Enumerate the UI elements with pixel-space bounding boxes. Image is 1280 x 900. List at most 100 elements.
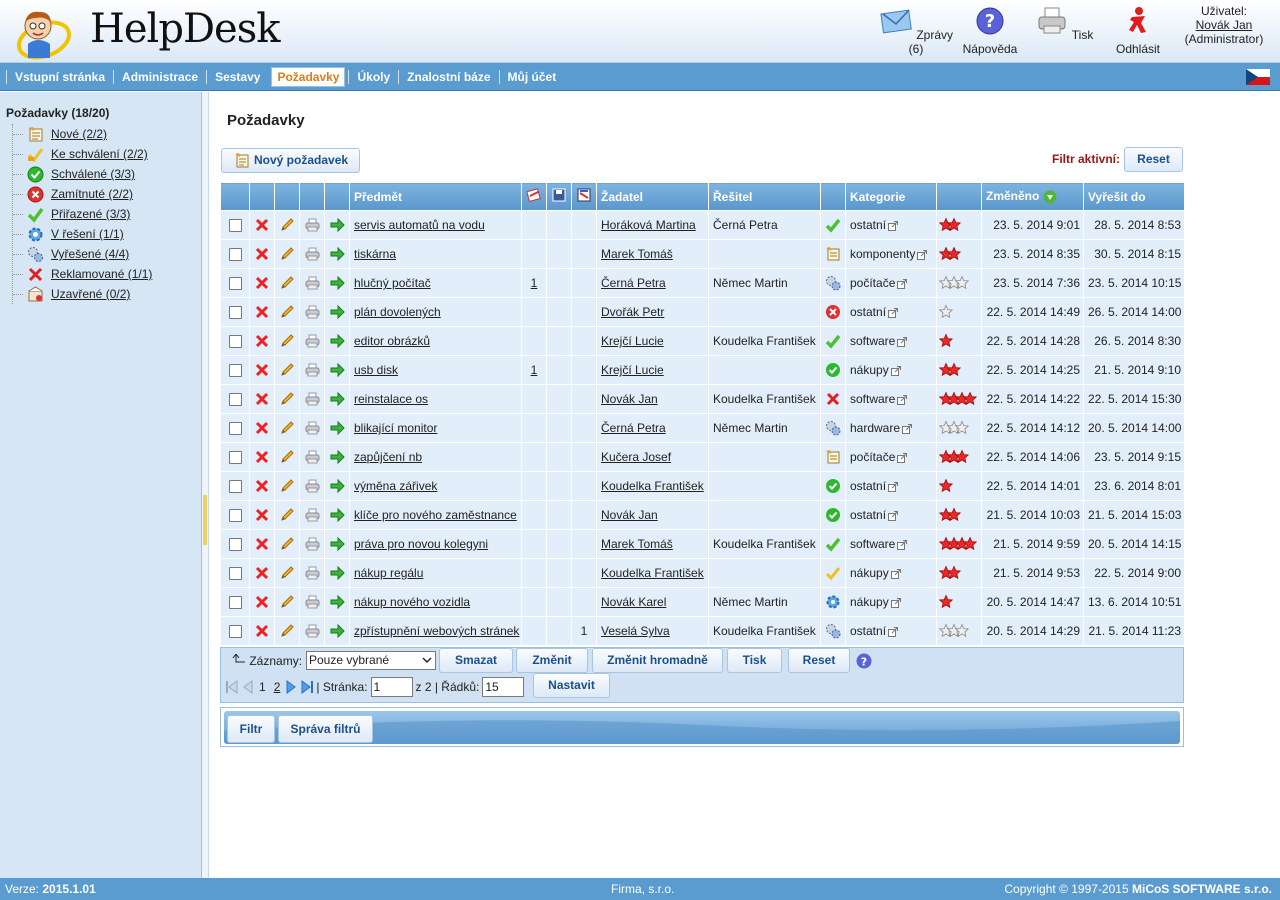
header-attachments[interactable] bbox=[521, 182, 547, 211]
sidebar-item-label[interactable]: Nové (2/2) bbox=[51, 127, 107, 141]
delete-cell[interactable] bbox=[249, 587, 275, 617]
external-link-icon[interactable] bbox=[917, 249, 928, 260]
pager-page-2[interactable]: 2 bbox=[274, 680, 281, 694]
sidebar-item-assigned[interactable]: Přiřazené (3/3) bbox=[13, 204, 152, 224]
help-icon[interactable]: ? bbox=[856, 653, 872, 669]
requester-link[interactable]: Marek Tomáš bbox=[601, 247, 673, 261]
delete-cell[interactable] bbox=[249, 355, 275, 385]
sidebar-item-claimed[interactable]: Reklamované (1/1) bbox=[13, 264, 152, 284]
print-cell[interactable] bbox=[299, 297, 325, 327]
filter-reset-button[interactable]: Reset bbox=[1124, 147, 1183, 172]
print-button[interactable]: Tisk bbox=[1024, 6, 1104, 42]
sidebar-item-label[interactable]: Reklamované (1/1) bbox=[51, 267, 152, 281]
nav-item-requests[interactable]: Požadavky bbox=[271, 67, 346, 87]
delete-cell[interactable] bbox=[249, 442, 275, 472]
print-cell[interactable] bbox=[299, 413, 325, 443]
row-checkbox[interactable] bbox=[228, 248, 242, 262]
row-checkbox[interactable] bbox=[228, 625, 242, 639]
print-cell[interactable] bbox=[299, 558, 325, 588]
reset-button[interactable]: Reset bbox=[788, 648, 850, 673]
requester-link[interactable]: Koudelka František bbox=[601, 479, 704, 493]
requester-link[interactable]: Marek Tomáš bbox=[601, 537, 673, 551]
nav-item-admin[interactable]: Administrace bbox=[113, 70, 206, 84]
requester-link[interactable]: Novák Karel bbox=[601, 595, 666, 609]
row-checkbox[interactable] bbox=[228, 596, 242, 610]
nav-item-home[interactable]: Vstupní stránka bbox=[6, 70, 113, 84]
delete-cell[interactable] bbox=[249, 558, 275, 588]
row-checkbox[interactable] bbox=[228, 277, 242, 291]
external-link-icon[interactable] bbox=[890, 568, 901, 579]
print-cell[interactable] bbox=[299, 616, 325, 646]
nav-item-tasks[interactable]: Úkoly bbox=[348, 70, 398, 84]
new-request-button[interactable]: Nový požadavek bbox=[221, 148, 360, 173]
subject-link[interactable]: hlučný počítač bbox=[354, 276, 431, 290]
edit-cell[interactable] bbox=[274, 616, 300, 646]
open-cell[interactable] bbox=[324, 616, 350, 646]
open-cell[interactable] bbox=[324, 210, 350, 240]
external-link-icon[interactable] bbox=[888, 510, 899, 521]
header-due[interactable]: Vyřešit do bbox=[1083, 182, 1185, 211]
external-link-icon[interactable] bbox=[897, 394, 908, 405]
header-notes[interactable] bbox=[571, 182, 597, 211]
subject-link[interactable]: nákup nového vozidla bbox=[354, 595, 470, 609]
sidebar-item-closed[interactable]: Uzavřené (0/2) bbox=[13, 284, 152, 304]
external-link-icon[interactable] bbox=[888, 220, 899, 231]
open-cell[interactable] bbox=[324, 558, 350, 588]
external-link-icon[interactable] bbox=[897, 539, 908, 550]
print-button[interactable]: Tisk bbox=[727, 648, 782, 673]
delete-cell[interactable] bbox=[249, 210, 275, 240]
print-cell[interactable] bbox=[299, 355, 325, 385]
change-button[interactable]: Změnit bbox=[516, 648, 588, 673]
requester-link[interactable]: Černá Petra bbox=[601, 421, 666, 435]
sidebar-item-new[interactable]: Nové (2/2) bbox=[13, 124, 152, 144]
czech-flag-icon[interactable] bbox=[1246, 69, 1270, 85]
row-checkbox[interactable] bbox=[228, 422, 242, 436]
open-cell[interactable] bbox=[324, 442, 350, 472]
subject-link[interactable]: zpřístupnění webových stránek bbox=[354, 624, 519, 638]
requester-link[interactable]: Novák Jan bbox=[601, 508, 658, 522]
logout-button[interactable]: Odhlásit bbox=[1098, 6, 1178, 56]
row-checkbox[interactable] bbox=[228, 480, 242, 494]
sidebar-item-pending[interactable]: Ke schválení (2/2) bbox=[13, 144, 152, 164]
edit-cell[interactable] bbox=[274, 500, 300, 530]
requester-link[interactable]: Veselá Sylva bbox=[601, 624, 670, 638]
edit-cell[interactable] bbox=[274, 413, 300, 443]
edit-cell[interactable] bbox=[274, 210, 300, 240]
row-checkbox[interactable] bbox=[228, 364, 242, 378]
edit-cell[interactable] bbox=[274, 268, 300, 298]
subject-link[interactable]: nákup regálu bbox=[354, 566, 423, 580]
edit-cell[interactable] bbox=[274, 239, 300, 269]
row-checkbox[interactable] bbox=[228, 538, 242, 552]
row-checkbox[interactable] bbox=[228, 335, 242, 349]
row-checkbox[interactable] bbox=[228, 509, 242, 523]
open-cell[interactable] bbox=[324, 413, 350, 443]
sidebar-item-solved[interactable]: Vyřešené (4/4) bbox=[13, 244, 152, 264]
requester-link[interactable]: Krejčí Lucie bbox=[601, 334, 664, 348]
subject-link[interactable]: zapůjčení nb bbox=[354, 450, 422, 464]
header-changed[interactable]: Změněno bbox=[981, 182, 1084, 211]
next-page-icon[interactable] bbox=[284, 679, 298, 694]
sidebar-item-label[interactable]: V řešení (1/1) bbox=[51, 227, 124, 241]
print-cell[interactable] bbox=[299, 587, 325, 617]
open-cell[interactable] bbox=[324, 355, 350, 385]
open-cell[interactable] bbox=[324, 529, 350, 559]
external-link-icon[interactable] bbox=[888, 481, 899, 492]
subject-link[interactable]: reinstalace os bbox=[354, 392, 428, 406]
records-select[interactable]: Pouze vybrané bbox=[306, 651, 436, 670]
open-cell[interactable] bbox=[324, 297, 350, 327]
print-cell[interactable] bbox=[299, 384, 325, 414]
open-cell[interactable] bbox=[324, 384, 350, 414]
header-category[interactable]: Kategorie bbox=[845, 182, 937, 211]
row-checkbox[interactable] bbox=[228, 219, 242, 233]
external-link-icon[interactable] bbox=[897, 452, 908, 463]
sidebar-item-label[interactable]: Schválené (3/3) bbox=[51, 167, 135, 181]
subject-link[interactable]: práva pro novou kolegyni bbox=[354, 537, 488, 551]
sidebar-item-label[interactable]: Uzavřené (0/2) bbox=[51, 287, 130, 301]
set-paging-button[interactable]: Nastavit bbox=[533, 673, 610, 698]
print-cell[interactable] bbox=[299, 529, 325, 559]
open-cell[interactable] bbox=[324, 471, 350, 501]
external-link-icon[interactable] bbox=[890, 365, 901, 376]
nav-item-knowledge-base[interactable]: Znalostní báze bbox=[398, 70, 498, 84]
subject-link[interactable]: blikající monitor bbox=[354, 421, 437, 435]
subject-link[interactable]: výměna zářivek bbox=[354, 479, 437, 493]
